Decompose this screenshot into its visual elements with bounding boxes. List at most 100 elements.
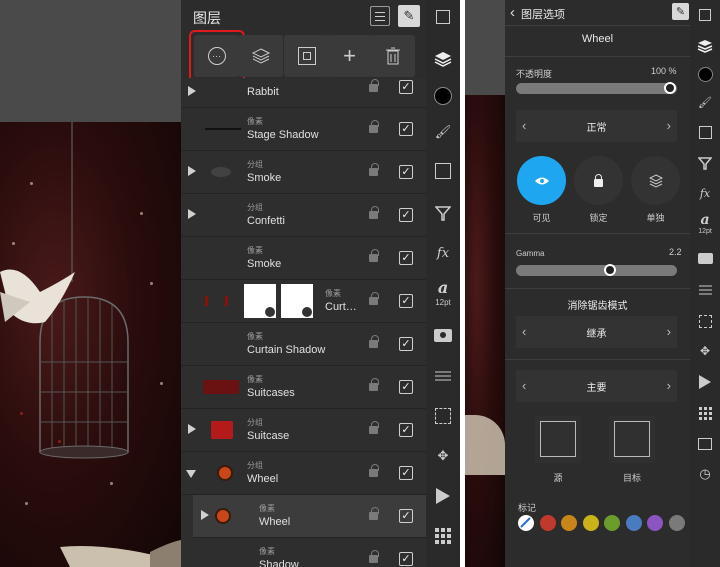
layer-row-selected[interactable]: 像素 Wheel ✓ bbox=[181, 495, 426, 538]
delete-layer-button[interactable] bbox=[370, 35, 415, 77]
layer-row[interactable]: 分组 Smoke ✓ bbox=[181, 151, 426, 194]
tag-color-swatch[interactable] bbox=[668, 515, 685, 531]
fx-icon[interactable]: fx bbox=[695, 183, 715, 203]
next-chevron-icon[interactable]: › bbox=[667, 378, 671, 393]
layer-row[interactable]: Rabbit ✓ bbox=[181, 78, 426, 108]
lock-icon[interactable] bbox=[369, 120, 379, 133]
visibility-checkbox[interactable]: ✓ bbox=[399, 380, 413, 394]
visibility-checkbox[interactable]: ✓ bbox=[399, 509, 413, 523]
layer-row[interactable]: 像素 Stage Shadow ✓ bbox=[181, 108, 426, 151]
opacity-slider[interactable] bbox=[516, 82, 677, 94]
brush-icon[interactable]: 🖌 bbox=[433, 122, 453, 142]
text-icon[interactable]: a bbox=[433, 277, 453, 297]
layers-icon[interactable] bbox=[695, 36, 715, 56]
brush-icon[interactable]: 🖌 bbox=[695, 92, 715, 112]
grid-icon[interactable] bbox=[695, 403, 715, 423]
lock-icon[interactable] bbox=[369, 464, 379, 477]
list-view-icon[interactable] bbox=[370, 6, 390, 26]
antialias-stepper[interactable]: ‹ 继承 › bbox=[516, 316, 677, 348]
layer-row[interactable]: 像素 Smoke ✓ bbox=[181, 237, 426, 280]
expand-arrow-icon[interactable] bbox=[201, 510, 209, 520]
camera-icon[interactable] bbox=[433, 325, 453, 345]
tag-none-swatch[interactable] bbox=[518, 515, 534, 531]
layer-row[interactable]: 像素 Curt… ✓ bbox=[181, 280, 426, 323]
lock-icon[interactable] bbox=[369, 249, 379, 262]
adjust-icon[interactable] bbox=[695, 122, 715, 142]
layer-row[interactable]: 像素 Shadow ✓ bbox=[181, 538, 426, 567]
expand-icon[interactable] bbox=[433, 7, 453, 27]
lock-icon[interactable] bbox=[369, 79, 379, 92]
gamma-knob[interactable] bbox=[604, 264, 617, 276]
camera-icon[interactable] bbox=[695, 248, 715, 268]
next-chevron-icon[interactable]: › bbox=[667, 118, 671, 133]
text-icon[interactable]: a bbox=[695, 210, 715, 230]
layer-row[interactable]: 像素 Curtain Shadow ✓ bbox=[181, 323, 426, 366]
visibility-checkbox[interactable]: ✓ bbox=[399, 165, 413, 179]
layers-icon[interactable] bbox=[433, 49, 453, 69]
visibility-checkbox[interactable]: ✓ bbox=[399, 294, 413, 308]
visibility-checkbox[interactable]: ✓ bbox=[399, 251, 413, 265]
lock-icon[interactable] bbox=[369, 335, 379, 348]
visibility-checkbox[interactable]: ✓ bbox=[399, 552, 413, 566]
tag-color-swatch[interactable] bbox=[582, 515, 599, 531]
tag-color-swatch[interactable] bbox=[539, 515, 556, 531]
visibility-checkbox[interactable]: ✓ bbox=[399, 466, 413, 480]
pin-icon[interactable]: ✎ bbox=[398, 5, 420, 27]
lock-toggle[interactable] bbox=[574, 156, 623, 205]
fx-icon[interactable]: fx bbox=[433, 243, 453, 263]
next-chevron-icon[interactable]: › bbox=[667, 324, 671, 339]
transform-icon[interactable]: ✥ bbox=[433, 446, 453, 466]
lock-icon[interactable] bbox=[369, 378, 379, 391]
visibility-checkbox[interactable]: ✓ bbox=[399, 337, 413, 351]
pin-icon[interactable]: ✎ bbox=[672, 3, 689, 20]
layers-button[interactable] bbox=[238, 35, 283, 77]
artwork-canvas[interactable] bbox=[0, 122, 181, 567]
channel-stepper[interactable]: ‹ 主要 › bbox=[516, 370, 677, 402]
tag-color-swatch[interactable] bbox=[647, 515, 663, 531]
tag-color-swatch[interactable] bbox=[625, 515, 642, 531]
solo-toggle[interactable] bbox=[631, 156, 680, 205]
expand-arrow-icon[interactable] bbox=[188, 166, 196, 176]
expand-icon[interactable] bbox=[695, 5, 715, 25]
artwork-canvas[interactable] bbox=[465, 95, 505, 567]
blend-mode-stepper[interactable]: ‹ 正常 › bbox=[516, 110, 677, 142]
transform-icon[interactable]: ✥ bbox=[695, 341, 715, 361]
lock-icon[interactable] bbox=[369, 550, 379, 563]
visibility-checkbox[interactable]: ✓ bbox=[399, 423, 413, 437]
adjust-icon[interactable] bbox=[433, 161, 453, 181]
lock-icon[interactable] bbox=[369, 421, 379, 434]
back-chevron-icon[interactable]: ‹ bbox=[510, 4, 515, 21]
play-icon[interactable] bbox=[695, 372, 715, 392]
mask-button[interactable] bbox=[284, 35, 329, 77]
target-box[interactable] bbox=[609, 416, 655, 463]
expand-arrow-icon[interactable] bbox=[188, 86, 196, 96]
gamma-slider[interactable] bbox=[516, 264, 677, 276]
color-dot-icon[interactable] bbox=[433, 86, 453, 106]
tag-color-swatch[interactable] bbox=[604, 515, 620, 531]
grid-icon[interactable] bbox=[433, 526, 453, 546]
lock-icon[interactable] bbox=[369, 292, 379, 305]
expand-arrow-icon[interactable] bbox=[188, 424, 196, 434]
opacity-knob[interactable] bbox=[664, 82, 676, 94]
filter-icon[interactable] bbox=[695, 153, 715, 173]
visibility-checkbox[interactable]: ✓ bbox=[399, 80, 413, 94]
lock-icon[interactable] bbox=[369, 507, 379, 520]
play-icon[interactable] bbox=[433, 486, 453, 506]
expand-arrow-icon[interactable] bbox=[188, 209, 196, 219]
image-icon[interactable] bbox=[695, 434, 715, 454]
crop-icon[interactable] bbox=[695, 311, 715, 331]
crop-icon[interactable] bbox=[433, 406, 453, 426]
history-icon[interactable]: ◷ bbox=[695, 464, 715, 484]
layer-row[interactable]: 分组 Wheel ✓ bbox=[181, 452, 426, 495]
visible-toggle[interactable] bbox=[517, 156, 566, 205]
layer-row[interactable]: 分组 Confetti ✓ bbox=[181, 194, 426, 237]
filter-icon[interactable] bbox=[433, 203, 453, 223]
sliders-icon[interactable] bbox=[433, 366, 453, 386]
lock-icon[interactable] bbox=[369, 206, 379, 219]
add-layer-button[interactable]: + bbox=[327, 35, 372, 77]
color-dot-icon[interactable] bbox=[695, 64, 715, 84]
lock-icon[interactable] bbox=[369, 163, 379, 176]
visibility-checkbox[interactable]: ✓ bbox=[399, 208, 413, 222]
visibility-checkbox[interactable]: ✓ bbox=[399, 122, 413, 136]
source-box[interactable] bbox=[535, 416, 581, 463]
